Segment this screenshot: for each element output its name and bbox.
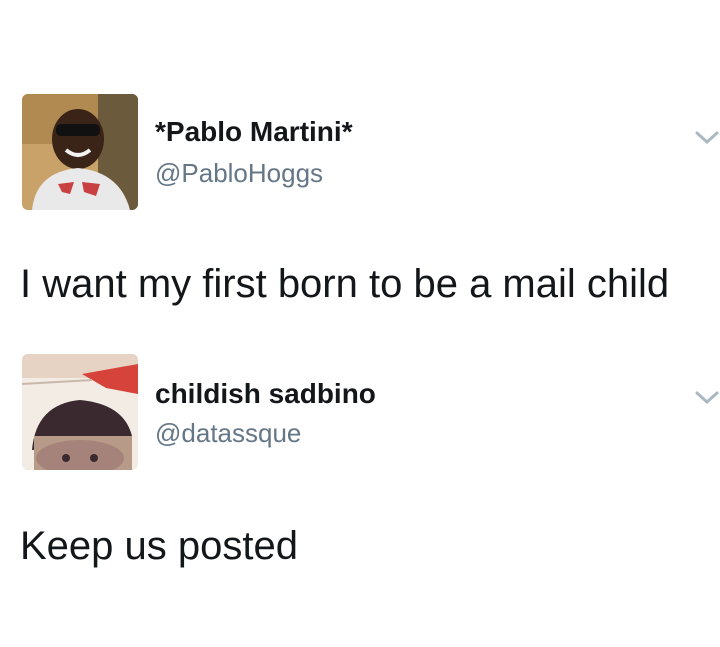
display-name[interactable]: childish sadbino	[155, 378, 376, 410]
tweet-2-header: childish sadbino @datassque	[0, 352, 720, 472]
user-avatar-photo-icon	[22, 94, 138, 210]
avatar[interactable]	[22, 94, 138, 210]
user-handle[interactable]: @datassque	[155, 418, 301, 449]
user-handle[interactable]: @PabloHoggs	[155, 158, 323, 189]
chevron-down-icon[interactable]	[694, 388, 720, 408]
chevron-down-icon[interactable]	[694, 128, 720, 148]
user-avatar-photo-icon	[22, 354, 138, 470]
tweet-text: I want my first born to be a mail child	[20, 262, 670, 306]
avatar[interactable]	[22, 354, 138, 470]
display-name[interactable]: *Pablo Martini*	[155, 116, 353, 148]
tweet-1-header: *Pablo Martini* @PabloHoggs	[0, 90, 720, 210]
tweet-text: Keep us posted	[20, 524, 298, 568]
